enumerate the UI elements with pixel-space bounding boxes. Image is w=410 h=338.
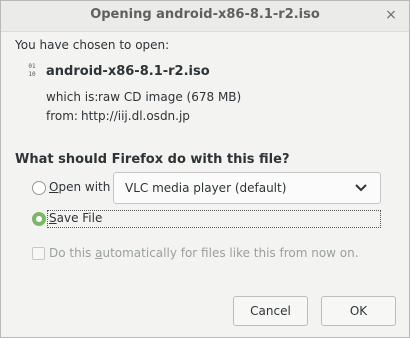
download-dialog: Opening android-x86-8.1-r2.iso × You hav…	[0, 0, 410, 338]
title-bar: Opening android-x86-8.1-r2.iso ×	[1, 1, 409, 32]
open-with-label[interactable]: Open with	[49, 180, 110, 194]
close-icon: ×	[385, 7, 397, 23]
application-select-value: VLC media player (default)	[125, 181, 287, 195]
file-name: android-x86-8.1-r2.iso	[46, 64, 210, 79]
intro-text: You have chosen to open:	[15, 38, 170, 52]
chevron-down-icon	[352, 178, 370, 199]
dialog-title: Opening android-x86-8.1-r2.iso	[90, 7, 320, 22]
file-source-label: from:	[46, 109, 78, 123]
ok-button[interactable]: OK	[321, 296, 396, 326]
file-source-value: http://iij.dl.osdn.jp	[81, 109, 190, 123]
auto-action-checkbox[interactable]	[32, 247, 45, 260]
save-file-label[interactable]: Save File	[49, 211, 102, 225]
open-with-radio[interactable]	[32, 181, 46, 195]
close-button[interactable]: ×	[383, 7, 399, 23]
save-file-radio[interactable]	[32, 212, 46, 226]
cancel-button[interactable]: Cancel	[233, 296, 308, 326]
application-select[interactable]: VLC media player (default)	[113, 172, 381, 204]
file-type-value: raw CD image (678 MB)	[98, 90, 242, 104]
auto-action-label[interactable]: Do this automatically for files like thi…	[49, 246, 359, 260]
action-question: What should Firefox do with this file?	[15, 152, 290, 167]
file-type-label: which is:	[46, 90, 99, 104]
file-icon: 01 10	[28, 63, 36, 78]
